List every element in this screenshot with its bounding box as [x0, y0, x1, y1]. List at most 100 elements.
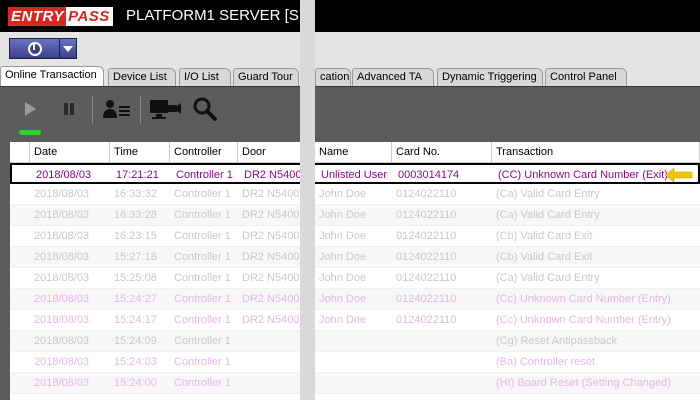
column-header-time[interactable]: Time	[110, 142, 170, 163]
cell-name: John Doe	[319, 209, 367, 221]
row-selector[interactable]	[10, 247, 30, 268]
cell-name	[315, 352, 392, 373]
power-icon	[27, 41, 42, 56]
tab-dynamic-triggering[interactable]: Dynamic Triggering	[437, 68, 543, 86]
table-row[interactable]: 2018/08/03 15:24:09 Controller 1 (Cg) Reset…	[10, 331, 700, 352]
cell-time: 15:24:27	[114, 293, 157, 305]
search-button[interactable]	[190, 94, 220, 124]
cell-date: 2018/08/03	[34, 251, 90, 263]
cell-date: 2018/08/03	[36, 169, 92, 181]
power-dropdown-button[interactable]	[60, 39, 76, 58]
tab-location[interactable]: cation	[315, 68, 351, 86]
play-button[interactable]	[15, 94, 45, 124]
camera-monitor-button[interactable]	[147, 94, 183, 124]
cell-controller: Controller 1	[174, 293, 231, 305]
table-row[interactable]: 2018/08/03 16:33:32 Controller 1 DR2 N5400 J…	[10, 184, 700, 205]
user-list-button[interactable]	[100, 94, 134, 124]
column-header-date[interactable]: Date	[30, 142, 110, 163]
cell-time: 15:25:08	[114, 272, 157, 284]
row-selector[interactable]	[10, 331, 30, 352]
table-row[interactable]: 2018/08/03 15:25:08 Controller 1 DR2 N5400 J…	[10, 268, 700, 289]
tab-guard-tour[interactable]: Guard Tour	[233, 68, 299, 86]
row-selector[interactable]	[10, 205, 30, 226]
cell-controller: Controller 1	[174, 272, 231, 284]
table-row[interactable]: 2018/08/03 15:24:27 Controller 1 DR2 N5400 J…	[10, 289, 700, 310]
transaction-grid: Date Time Controller Door Name Card No. …	[10, 142, 700, 400]
user-list-icon	[103, 100, 130, 118]
toolbar-separator	[92, 96, 93, 124]
cell-name	[315, 373, 392, 394]
power-button[interactable]	[10, 39, 60, 58]
cell-date: 2018/08/03	[34, 377, 90, 389]
table-row[interactable]: 2018/08/03 16:33:28 Controller 1 DR2 N5400 J…	[10, 205, 700, 226]
cell-card-no: 0124022110	[396, 272, 457, 284]
cell-card-no: 0003014174	[398, 169, 460, 181]
cell-controller: Controller 1	[174, 230, 231, 242]
row-selector[interactable]	[10, 310, 30, 331]
cell-transaction: (Cc) Unknown Card Number (Entry)	[496, 314, 671, 326]
table-row[interactable]: 2018/08/03 15:27:18 Controller 1 DR2 N5400 J…	[10, 247, 700, 268]
cell-transaction: (Ba) Controller reset	[496, 356, 596, 368]
column-header-card-no[interactable]: Card No.	[392, 142, 492, 163]
table-row-selected[interactable]: 2018/08/03 17:21:21 Controller 1 DR2 N5400 U…	[10, 163, 700, 184]
cell-name: John Doe	[319, 293, 367, 305]
cell-transaction: (Ca) Valid Card Entry	[496, 188, 600, 200]
table-row[interactable]: 2018/08/03 15:24:00 Controller 1 (Ht) Board…	[10, 373, 700, 394]
cell-controller: Controller 1	[174, 377, 231, 389]
cell-controller: Controller 1	[174, 314, 231, 326]
row-selector[interactable]	[10, 373, 30, 394]
row-selector[interactable]	[10, 268, 30, 289]
toolbar-separator	[140, 96, 141, 124]
entrypass-logo: ENTRY PASS	[8, 6, 113, 26]
toolbar	[0, 86, 700, 142]
row-selector[interactable]	[10, 352, 30, 373]
cell-name: John Doe	[319, 272, 367, 284]
cell-date: 2018/08/03	[34, 335, 90, 347]
table-row[interactable]: 2018/08/03 16:23:15 Controller 1 DR2 N5400 J…	[10, 226, 700, 247]
cell-time: 15:24:17	[114, 314, 157, 326]
row-selector[interactable]	[10, 226, 30, 247]
column-header-name[interactable]: Name	[315, 142, 392, 163]
cell-controller: Controller 1	[176, 169, 233, 181]
row-selector[interactable]	[12, 165, 32, 186]
cell-controller: Controller 1	[174, 335, 231, 347]
cell-transaction: (Cb) Valid Card Exit	[496, 251, 593, 263]
server-title: PLATFORM1 SERVER [S	[126, 7, 299, 24]
window-divider	[300, 0, 315, 400]
cell-name: John Doe	[319, 251, 367, 263]
tab-bar: Online Transaction Device List I/O List …	[0, 66, 700, 86]
logo-entry: ENTRY	[8, 6, 67, 26]
cell-date: 2018/08/03	[34, 188, 90, 200]
tab-advanced-ta[interactable]: Advanced TA	[352, 68, 434, 86]
column-header-controller[interactable]: Controller	[170, 142, 238, 163]
tab-device-list[interactable]: Device List	[108, 68, 176, 86]
table-row[interactable]: 2018/08/03 15:24:17 Controller 1 DR2 N5400 J…	[10, 310, 700, 331]
column-header-transaction[interactable]: Transaction	[492, 142, 700, 163]
cell-date: 2018/08/03	[34, 209, 90, 221]
play-icon	[25, 102, 36, 116]
cell-transaction: (Cb) Valid Card Exit	[496, 230, 593, 242]
table-row[interactable]: 2018/08/03 15:24:03 Controller 1 (Ba) Contr…	[10, 352, 700, 373]
cell-card-no: 0124022110	[396, 209, 457, 221]
dropdown-arrow-icon	[63, 45, 73, 52]
pause-button[interactable]	[54, 94, 84, 124]
tab-control-panel[interactable]: Control Panel	[545, 68, 627, 86]
tab-io-list[interactable]: I/O List	[179, 68, 231, 86]
cell-time: 15:27:18	[114, 251, 157, 263]
row-selector[interactable]	[10, 289, 30, 310]
tab-online-transaction[interactable]: Online Transaction	[0, 66, 104, 86]
cell-date: 2018/08/03	[34, 293, 90, 305]
pointer-arrow-icon	[665, 168, 693, 182]
cell-card-no: 0124022110	[396, 314, 457, 326]
cell-date: 2018/08/03	[34, 272, 90, 284]
camera-monitor-icon	[150, 100, 181, 119]
cell-controller: Controller 1	[174, 356, 231, 368]
status-indicator	[19, 130, 41, 135]
title-bar: ENTRY PASS PLATFORM1 SERVER [S	[0, 0, 700, 32]
power-button-group	[9, 38, 77, 59]
cell-time: 16:23:15	[114, 230, 157, 242]
grid-header: Date Time Controller Door Name Card No. …	[10, 142, 700, 163]
row-selector[interactable]	[10, 184, 30, 205]
cell-transaction: (Cg) Reset Antipassback	[496, 335, 618, 347]
cell-date: 2018/08/03	[34, 230, 90, 242]
